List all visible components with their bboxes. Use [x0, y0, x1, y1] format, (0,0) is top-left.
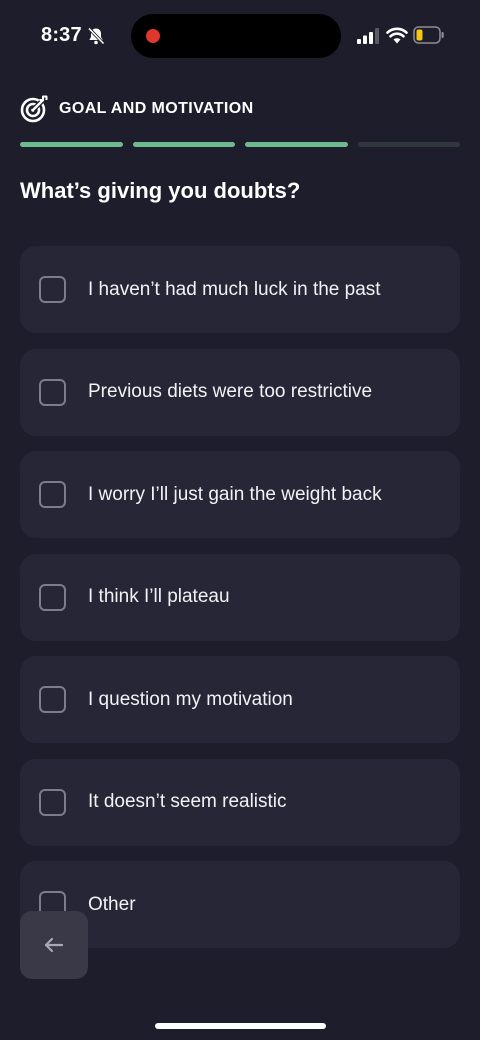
option-item[interactable]: I haven’t had much luck in the past	[20, 246, 460, 333]
status-bar: 8:37	[0, 0, 480, 72]
dynamic-island	[131, 14, 341, 58]
signal-icon	[357, 28, 379, 44]
option-item[interactable]: I worry I’ll just gain the weight back	[20, 451, 460, 538]
progress-segment	[20, 142, 123, 147]
option-label: I question my motivation	[88, 688, 293, 710]
option-label: I haven’t had much luck in the past	[88, 278, 381, 300]
home-indicator[interactable]	[155, 1023, 326, 1029]
bell-slash-icon	[87, 27, 105, 45]
option-label: It doesn’t seem realistic	[88, 791, 287, 812]
option-item[interactable]: I think I’ll plateau	[20, 553, 460, 641]
option-item[interactable]: I question my motivation	[20, 656, 460, 743]
option-item[interactable]: Previous diets were too restrictive	[20, 348, 460, 436]
status-time: 8:37	[41, 24, 82, 46]
checkbox[interactable]	[39, 788, 66, 816]
checkbox[interactable]	[39, 276, 66, 303]
section-title: GOAL AND MOTIVATION	[59, 100, 254, 117]
progress-segment	[132, 142, 235, 147]
option-label: I worry I’ll just gain the weight back	[88, 483, 382, 505]
progress-bar	[20, 142, 460, 147]
checkbox[interactable]	[39, 378, 66, 406]
recording-indicator	[146, 29, 160, 43]
wifi-icon	[386, 27, 408, 44]
option-label: I think I’ll plateau	[88, 586, 230, 607]
option-label: Other	[88, 893, 136, 915]
options-list: I haven’t had much luck in the past Prev…	[20, 246, 460, 964]
question-title: What’s giving you doubts?	[20, 178, 301, 203]
progress-segment	[245, 142, 348, 147]
battery-icon	[413, 26, 444, 44]
checkbox[interactable]	[39, 481, 66, 508]
checkbox[interactable]	[39, 686, 66, 713]
option-item[interactable]: It doesn’t seem realistic	[20, 758, 460, 846]
section-header: GOAL AND MOTIVATION	[20, 94, 254, 124]
back-button[interactable]	[20, 911, 88, 979]
progress-segment	[357, 142, 460, 147]
checkbox[interactable]	[39, 583, 66, 611]
arrow-left-icon	[44, 937, 64, 953]
target-icon	[20, 95, 48, 123]
option-label: Previous diets were too restrictive	[88, 381, 373, 402]
